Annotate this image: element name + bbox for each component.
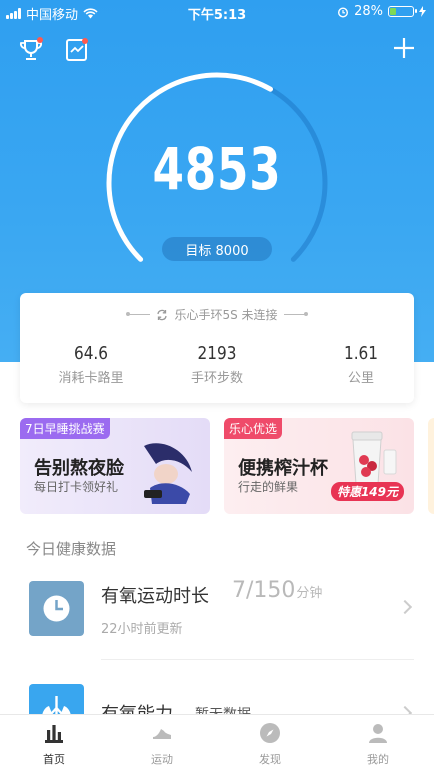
sync-icon <box>157 309 168 320</box>
summary-card: 乐心手环5S 未连接 64.6 消耗卡路里 2193 手环步数 1.61 公里 <box>20 293 414 403</box>
banner-sleep-challenge[interactable]: 7日早睡挑战赛 告别熬夜脸 每日打卡领好礼 <box>20 418 210 514</box>
step-count: 4853 <box>152 135 282 203</box>
banner-subtitle: 每日打卡领好礼 <box>34 480 119 494</box>
divider <box>101 659 414 660</box>
tab-home[interactable]: 首页 <box>0 721 108 767</box>
banner-title: 便携榨汁杯 <box>238 458 328 479</box>
alarm-icon <box>338 6 349 18</box>
chevron-right-icon <box>397 599 413 615</box>
tab-label: 发现 <box>259 753 281 766</box>
tab-label: 首页 <box>43 753 65 766</box>
calories-metric: 64.6 消耗卡路里 <box>36 343 146 386</box>
banner-juicer-promo[interactable]: 乐心优选 便携榨汁杯 行走的鲜果 特惠149元 <box>224 418 414 514</box>
banner-next-peek[interactable] <box>428 418 434 514</box>
juicer-cup-illustration <box>351 431 397 485</box>
device-status-text: 乐心手环5S 未连接 <box>174 308 278 322</box>
clock-icon <box>29 581 84 636</box>
row-updated: 22小时前更新 <box>101 622 183 637</box>
distance-metric: 1.61 公里 <box>306 343 416 386</box>
device-status[interactable]: 乐心手环5S 未连接 <box>20 306 414 323</box>
banner-tag: 乐心优选 <box>224 418 283 439</box>
band-steps-metric: 2193 手环步数 <box>162 343 272 386</box>
divider <box>283 312 308 316</box>
banner-subtitle: 行走的鲜果 <box>238 480 299 494</box>
banner-title: 告别熬夜脸 <box>34 458 124 479</box>
band-steps-value: 2193 <box>197 343 237 364</box>
report-button[interactable] <box>64 36 92 64</box>
add-button[interactable] <box>392 36 420 64</box>
distance-value: 1.61 <box>343 343 379 364</box>
row-value-number: 7/150 <box>232 578 296 603</box>
battery-icon <box>388 6 417 17</box>
health-row-aerobic-capacity[interactable]: 有氧能力 暂无数据 <box>0 676 434 716</box>
notification-dot <box>37 37 43 43</box>
row-title: 有氧运动时长 <box>101 586 209 607</box>
compass-icon <box>260 723 280 743</box>
sleeping-woman-illustration <box>144 443 192 504</box>
health-row-aerobic-duration[interactable]: 有氧运动时长 7/150分钟 22小时前更新 <box>0 570 434 658</box>
row-value-unit: 分钟 <box>296 586 323 601</box>
tab-sport[interactable]: 运动 <box>108 721 216 767</box>
tab-profile[interactable]: 我的 <box>324 721 432 767</box>
tab-label: 运动 <box>151 753 173 766</box>
status-bar: 中国移动 下午5:13 28% <box>0 0 434 24</box>
calories-label: 消耗卡路里 <box>58 371 124 386</box>
tab-label: 我的 <box>367 753 389 766</box>
section-title: 今日健康数据 <box>26 540 117 558</box>
trophy-button[interactable] <box>17 36 45 64</box>
banner-tag: 7日早睡挑战赛 <box>20 418 110 439</box>
calories-value: 64.6 <box>73 343 109 364</box>
band-steps-label: 手环步数 <box>190 371 243 386</box>
distance-label: 公里 <box>347 371 374 386</box>
home-chart-icon <box>45 725 63 743</box>
lungs-icon <box>29 684 84 716</box>
shoe-icon <box>153 729 171 739</box>
tab-bar: 首页 运动 发现 我的 <box>0 714 434 772</box>
battery-percent: 28% <box>354 4 383 19</box>
person-icon <box>369 724 387 743</box>
plus-icon <box>394 38 414 58</box>
step-goal-badge[interactable]: 目标 8000 <box>162 237 272 261</box>
row-value: 7/150分钟 <box>232 578 322 603</box>
charging-icon <box>419 6 426 17</box>
notification-dot <box>82 38 88 44</box>
tab-discover[interactable]: 发现 <box>216 721 324 767</box>
divider <box>126 312 151 316</box>
price-badge: 特惠149元 <box>330 482 404 501</box>
